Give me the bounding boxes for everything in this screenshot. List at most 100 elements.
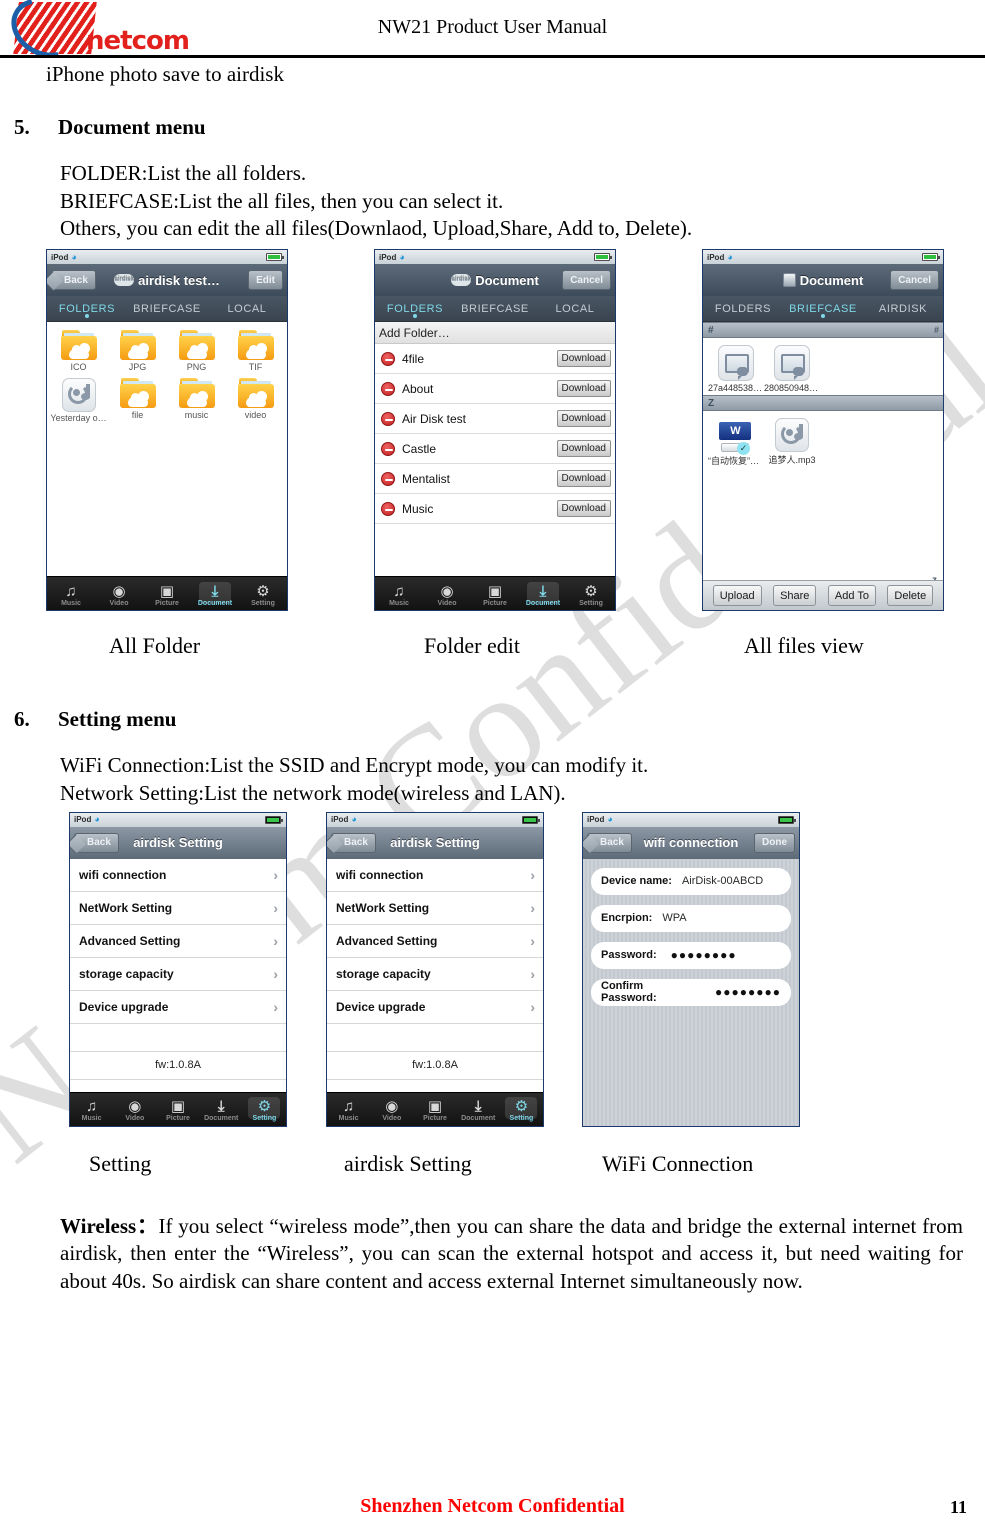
tab-folders[interactable]: FOLDERS [703, 303, 783, 315]
tabbar-item-picture[interactable]: ▣ Picture [143, 581, 191, 607]
bottom-tab-bar: ♫ Music ◉ Video ▣ Picture ⤓ Document ⚙ Settin… [327, 1091, 543, 1126]
tabbar-item-video[interactable]: ◉ Video [95, 581, 143, 607]
file-item[interactable]: W ✓ “自动恢复”保… [708, 418, 764, 467]
tabbar-item-video[interactable]: ◉ Video [423, 581, 471, 607]
file-item[interactable]: 27a448538ff… [708, 345, 764, 393]
tabbar-item-music[interactable]: ♫ Music [375, 581, 423, 607]
tab-folders[interactable]: FOLDERS [375, 303, 455, 318]
download-button[interactable]: Download [556, 350, 611, 368]
remove-icon[interactable] [381, 441, 395, 456]
tabbar-item-music[interactable]: ♫ Music [70, 1096, 113, 1122]
tabbar-item-document[interactable]: ⤓ Document [457, 1096, 500, 1122]
back-button[interactable]: Back [74, 832, 119, 853]
edit-button[interactable]: Edit [248, 270, 283, 291]
tabbar-item-document[interactable]: ⤓ Document [200, 1096, 243, 1122]
folder-item[interactable]: file [108, 378, 167, 423]
settings-row-wifi-connection[interactable]: wifi connection › [70, 859, 286, 892]
back-button[interactable]: Back [51, 270, 96, 291]
settings-row-network-setting[interactable]: NetWork Setting › [70, 892, 286, 925]
tabbar-item-document[interactable]: ⤓ Document [519, 581, 567, 607]
tabbar-item-setting[interactable]: ⚙ Setting [567, 581, 615, 607]
tabbar-item-picture[interactable]: ▣ Picture [156, 1096, 199, 1122]
settings-row-advanced-setting[interactable]: Advanced Setting › [327, 925, 543, 958]
settings-row-label: NetWork Setting [79, 900, 173, 915]
share-button[interactable]: Share [773, 585, 817, 607]
done-button[interactable]: Done [754, 832, 795, 853]
download-button[interactable]: Download [556, 410, 611, 428]
caption-all-files-view: All files view [744, 633, 864, 659]
cancel-button[interactable]: Cancel [890, 270, 939, 291]
folder-item[interactable]: video [226, 378, 285, 423]
device-name-field[interactable]: Device name: AirDisk-00ABCD [591, 867, 791, 895]
tab-local[interactable]: LOCAL [535, 303, 615, 315]
back-button[interactable]: Back [587, 832, 632, 853]
picture-file-icon [774, 345, 810, 382]
file-item[interactable]: 追梦人.mp3 [764, 418, 820, 467]
remove-icon[interactable] [381, 471, 395, 486]
download-button[interactable]: Download [556, 500, 611, 518]
download-button[interactable]: Download [556, 470, 611, 488]
tabbar-label: Document [204, 1115, 239, 1123]
airdisk-cloud-icon: airdisk [451, 274, 472, 287]
remove-icon[interactable] [381, 381, 395, 396]
field-label: Encrpion: [601, 912, 653, 925]
tabbar-label: Document [525, 599, 561, 607]
tab-briefcase[interactable]: BRIEFCASE [127, 303, 207, 315]
settings-row-device-upgrade[interactable]: Device upgrade › [327, 991, 543, 1024]
add-to-button[interactable]: Add To [827, 585, 876, 607]
remove-icon[interactable] [381, 501, 395, 516]
folder-item[interactable]: JPG [108, 330, 167, 372]
tabbar-item-video[interactable]: ◉ Video [370, 1096, 413, 1122]
folder-item[interactable]: ICO [49, 330, 108, 372]
remove-icon[interactable] [381, 351, 395, 366]
ios-status-bar: iPod ◕ [327, 812, 543, 827]
cancel-button[interactable]: Cancel [562, 270, 611, 291]
settings-row-storage-capacity[interactable]: storage capacity › [327, 958, 543, 991]
section-6-line-2: Network Setting:List the network mode(wi… [60, 780, 566, 805]
settings-row-advanced-setting[interactable]: Advanced Setting › [70, 925, 286, 958]
folder-item[interactable]: TIF [226, 330, 285, 372]
settings-row-device-upgrade[interactable]: Device upgrade › [70, 991, 286, 1024]
folder-edit-row: About Download [375, 374, 615, 405]
bottom-tab-bar: ♫ Music ◉ Video ▣ Picture ⤓ Document ⚙ Settin… [70, 1091, 286, 1126]
tabbar-item-video[interactable]: ◉ Video [113, 1096, 156, 1122]
folder-item[interactable]: Yesterday o… [49, 378, 108, 423]
settings-row-wifi-connection[interactable]: wifi connection › [327, 859, 543, 892]
download-button[interactable]: Download [556, 440, 611, 458]
settings-row-network-setting[interactable]: NetWork Setting › [327, 892, 543, 925]
settings-row-storage-capacity[interactable]: storage capacity › [70, 958, 286, 991]
encryption-field[interactable]: Encrpion: WPA [591, 904, 791, 932]
password-field[interactable]: Password: ●●●●●●●● [591, 941, 791, 969]
folder-edit-list: Add Folder… 4file Download About Downloa… [375, 322, 615, 591]
tabbar-item-music[interactable]: ♫ Music [47, 581, 95, 607]
tab-airdisk[interactable]: AIRDISK [863, 303, 943, 315]
folder-edit-row: Mentalist Download [375, 464, 615, 495]
tab-briefcase[interactable]: BRIEFCASE [783, 303, 863, 318]
folder-grid-area: ICO JPG PNG TIF Yesterday o… file music … [47, 322, 287, 591]
file-item[interactable]: 2808509481… [764, 345, 820, 393]
folder-name: Mentalist [402, 471, 451, 486]
tab-briefcase[interactable]: BRIEFCASE [455, 303, 535, 315]
back-button[interactable]: Back [331, 832, 376, 853]
tabbar-item-picture[interactable]: ▣ Picture [413, 1096, 456, 1122]
confirm-password-field[interactable]: Confirm Password: ●●●●●●●● [591, 978, 791, 1006]
download-button[interactable]: Download [556, 380, 611, 398]
tab-folders[interactable]: FOLDERS [47, 303, 127, 318]
tabbar-item-document[interactable]: ⤓ Document [191, 581, 239, 607]
field-label: Confirm Password: [601, 980, 657, 1005]
folder-item[interactable]: PNG [167, 330, 226, 372]
remove-icon[interactable] [381, 411, 395, 426]
tabbar-item-music[interactable]: ♫ Music [327, 1096, 370, 1122]
tabbar-item-setting[interactable]: ⚙ Setting [239, 581, 287, 607]
tab-local[interactable]: LOCAL [207, 303, 287, 315]
tabbar-item-setting[interactable]: ⚙ Setting [243, 1096, 286, 1122]
folder-item[interactable]: music [167, 378, 226, 423]
tabbar-item-picture[interactable]: ▣ Picture [471, 581, 519, 607]
wifi-icon: ◕ [351, 814, 357, 825]
section-number: 6. [14, 707, 30, 732]
add-folder-row[interactable]: Add Folder… [375, 322, 615, 345]
delete-button[interactable]: Delete [887, 585, 934, 607]
upload-button[interactable]: Upload [712, 585, 762, 607]
folder-label: Yesterday o… [50, 413, 107, 424]
tabbar-item-setting[interactable]: ⚙ Setting [500, 1096, 543, 1122]
